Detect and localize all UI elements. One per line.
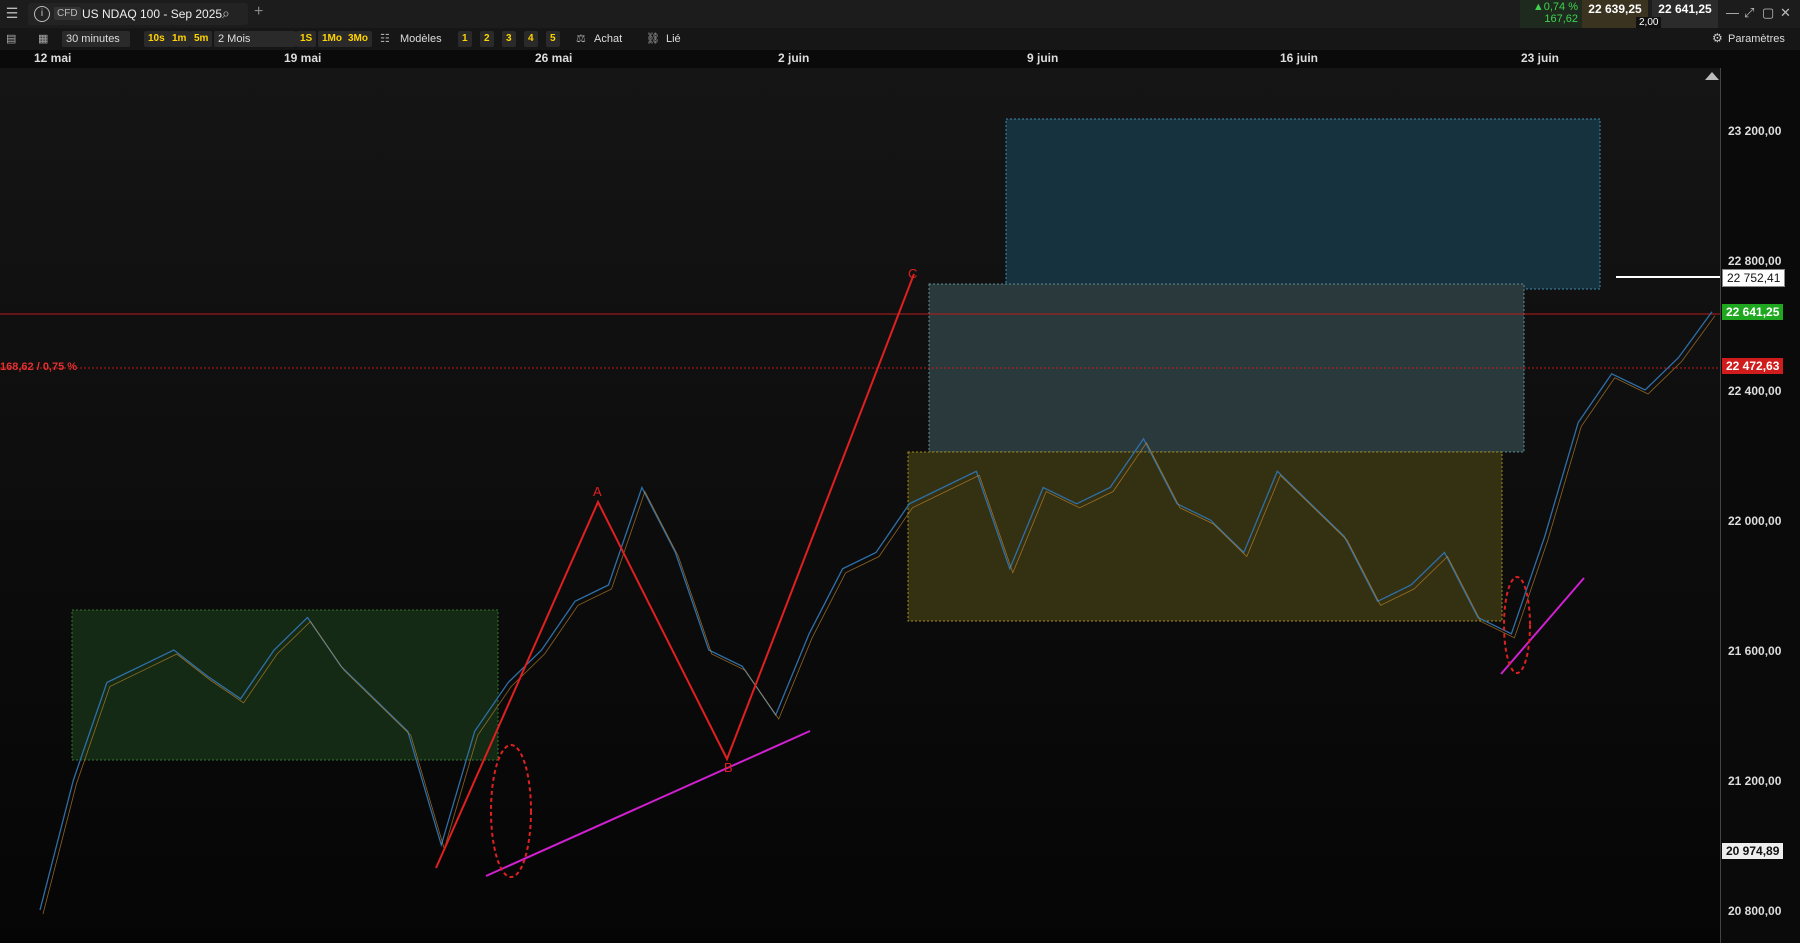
price-axis[interactable] xyxy=(1720,68,1800,943)
list-icon[interactable]: ▤ xyxy=(6,31,16,47)
instrument-name: US NDAQ 100 - Sep 2025 xyxy=(82,7,223,21)
maximize-icon[interactable]: ▢ xyxy=(1762,5,1774,21)
range-1s[interactable]: 1S xyxy=(296,31,317,47)
minimize-icon[interactable]: — xyxy=(1726,5,1739,20)
templates-icon[interactable]: ☷ xyxy=(380,31,390,47)
range-box-green[interactable] xyxy=(71,609,499,761)
layout-5[interactable]: 5 xyxy=(546,31,560,47)
price-tick: 23 200,00 xyxy=(1728,124,1782,138)
interval-5m[interactable]: 5m xyxy=(190,31,213,47)
chart-svg xyxy=(0,72,1720,915)
target-box-teal[interactable] xyxy=(928,283,1525,453)
chart-toolbar: ▤ ▦ 30 minutes 10s 1m 5m 2 Mois 1S 1Mo 3… xyxy=(0,28,1800,51)
target-box-blue[interactable] xyxy=(1005,118,1601,290)
range-box-yellow[interactable] xyxy=(907,451,1503,622)
highlight-ellipse-1[interactable] xyxy=(490,744,532,878)
wave-abc-line[interactable] xyxy=(435,273,915,869)
interval-1m[interactable]: 1m xyxy=(168,31,191,47)
cfd-badge: CFD xyxy=(54,7,81,20)
wave-label-b: B xyxy=(724,760,733,775)
date-label: 2 juin xyxy=(778,51,810,65)
wave-label-c: C xyxy=(908,266,918,281)
price-label-low: 20 974,89 xyxy=(1722,843,1784,859)
buy-price-button[interactable]: 22 641,25 xyxy=(1652,0,1718,28)
trendline-magenta-1[interactable] xyxy=(485,730,811,877)
change-absolute: 167,62 xyxy=(1544,13,1578,25)
price-label-reference: 22 472,63 xyxy=(1722,358,1784,374)
buy-button[interactable]: Achat xyxy=(594,31,622,47)
search-icon[interactable]: ⌕ xyxy=(222,5,230,22)
gear-icon[interactable]: ⚙ xyxy=(1712,31,1723,45)
add-tab-button[interactable]: + xyxy=(254,3,263,21)
date-label: 23 juin xyxy=(1521,51,1560,65)
date-axis: 12 mai 19 mai 26 mai 2 juin 9 juin 16 ju… xyxy=(0,50,1800,69)
layout-1[interactable]: 1 xyxy=(458,31,472,47)
detach-icon[interactable]: ⤢ xyxy=(1744,5,1754,21)
buy-icon: ⚖ xyxy=(576,33,586,45)
range-1mo[interactable]: 1Mo xyxy=(318,31,346,47)
change-display: ▲0,74 % 167,62 xyxy=(1520,0,1582,28)
date-label: 9 juin xyxy=(1027,51,1059,65)
price-tick: 21 200,00 xyxy=(1728,774,1782,788)
interval-select[interactable]: 30 minutes xyxy=(62,31,130,47)
layout-icon[interactable]: ▦ xyxy=(38,31,48,47)
info-icon[interactable]: i xyxy=(34,6,50,22)
price-tick: 22 400,00 xyxy=(1728,384,1782,398)
close-icon[interactable]: ✕ xyxy=(1780,5,1791,21)
reference-line-label: 168,62 / 0,75 % xyxy=(0,361,78,373)
price-tick: 21 600,00 xyxy=(1728,644,1782,658)
price-tick: 20 800,00 xyxy=(1728,904,1782,918)
scroll-up-icon[interactable] xyxy=(1705,72,1719,80)
top-bar: ☰ i CFD US NDAQ 100 - Sep 2025 ⌕ + ▲0,74… xyxy=(0,0,1800,29)
spread-value: 2,00 xyxy=(1636,17,1662,28)
menu-icon[interactable]: ☰ xyxy=(4,2,20,24)
change-percent: ▲0,74 % xyxy=(1532,1,1578,13)
price-label-current: 22 641,25 xyxy=(1722,304,1784,320)
templates-button[interactable]: Modèles xyxy=(400,31,442,47)
interval-10s[interactable]: 10s xyxy=(144,31,169,47)
price-tick: 22 800,00 xyxy=(1728,254,1782,268)
range-select[interactable]: 2 Mois xyxy=(214,31,296,47)
instrument-tab[interactable]: i CFD US NDAQ 100 - Sep 2025 ⌕ xyxy=(28,3,248,25)
date-label: 19 mai xyxy=(284,51,322,65)
layout-3[interactable]: 3 xyxy=(502,31,516,47)
layout-4[interactable]: 4 xyxy=(524,31,538,47)
layout-2[interactable]: 2 xyxy=(480,31,494,47)
wave-label-a: A xyxy=(593,484,602,499)
settings-button[interactable]: Paramètres xyxy=(1728,31,1785,47)
date-label: 16 juin xyxy=(1280,51,1319,65)
chart-area[interactable]: A B C 168,62 / 0,75 % xyxy=(0,68,1720,943)
link-icon: ⛓ xyxy=(646,33,660,45)
date-label: 12 mai xyxy=(34,51,72,65)
date-label: 26 mai xyxy=(535,51,573,65)
price-label-white: 22 752,41 xyxy=(1722,269,1786,287)
range-3mo[interactable]: 3Mo xyxy=(344,31,372,47)
price-tick: 22 000,00 xyxy=(1728,514,1782,528)
linked-button[interactable]: Lié xyxy=(666,31,681,47)
